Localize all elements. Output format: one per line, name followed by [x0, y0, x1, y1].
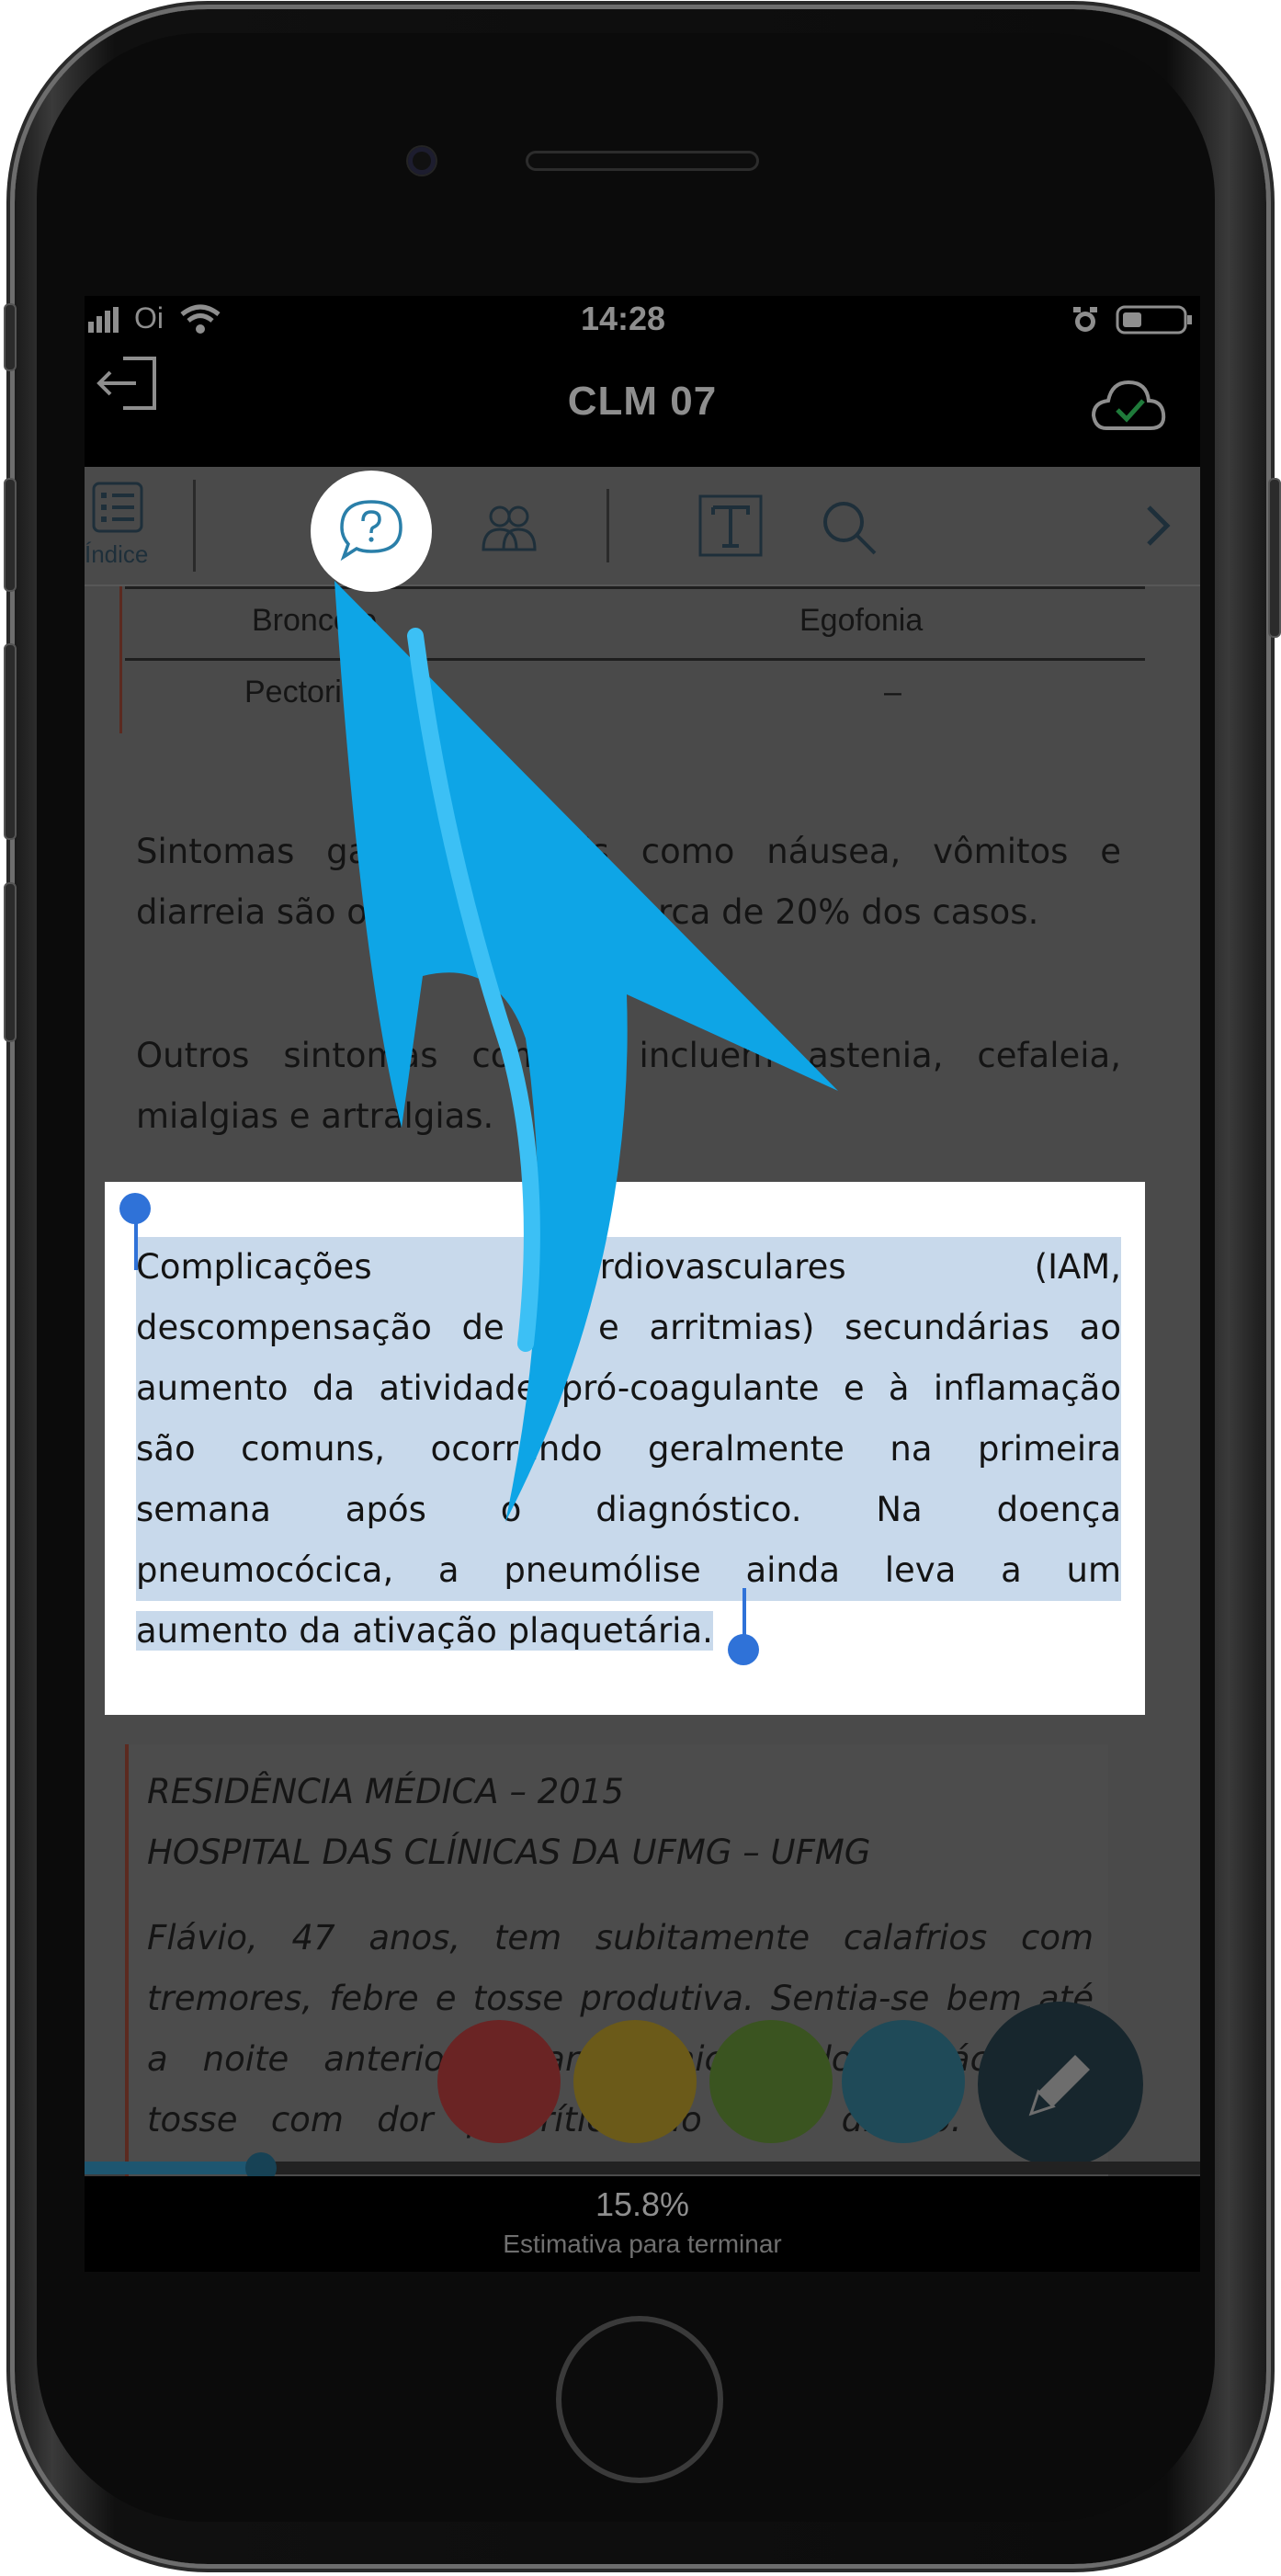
cloud-sync-icon[interactable]: [1090, 375, 1167, 434]
progress-percent: 15.8%: [595, 2185, 690, 2223]
home-button[interactable]: [556, 2316, 723, 2483]
earpiece-speaker: [526, 151, 759, 171]
highlight-yellow-button[interactable]: [573, 2020, 697, 2143]
alarm-icon: [1071, 305, 1099, 335]
index-button[interactable]: Índice: [85, 482, 167, 573]
question-line: tremores, febre e tosse produtiva. Senti…: [147, 1979, 1094, 2018]
highlight-blue-button[interactable]: [842, 2020, 965, 2143]
toolbar-divider: [193, 480, 196, 572]
index-label: Índice: [85, 540, 149, 568]
app-screen: Oi 14:28 CLM 07 Índice Broncofo Egofonia…: [85, 296, 1200, 2272]
progress-fill: [85, 2162, 261, 2174]
table-left-border: [119, 586, 122, 733]
question-line: Flávio, 47 anos, tem subitamente calafri…: [147, 1918, 1094, 1958]
battery-icon: [1116, 305, 1193, 335]
progress-caption: Estimativa para terminar: [503, 2230, 782, 2258]
selected-line: pneumocócica, a pneumólise ainda leva a …: [136, 1540, 1121, 1601]
chevron-right-icon[interactable]: [1139, 502, 1176, 550]
list-icon: [92, 482, 143, 533]
mute-switch: [4, 303, 17, 371]
pencil-icon: [1028, 2055, 1090, 2116]
table-cell: –: [884, 675, 901, 709]
selection-end-caret: [743, 1588, 746, 1640]
edit-note-button[interactable]: [978, 2002, 1143, 2167]
clock: 14:28: [581, 300, 666, 337]
volume-down-button: [4, 643, 17, 840]
question-box-border: [125, 1744, 129, 2185]
reader-toolbar: Índice: [85, 467, 1200, 586]
volume-up-button: [4, 478, 17, 592]
highlight-green-button[interactable]: [709, 2020, 833, 2143]
selection-start-caret: [134, 1219, 138, 1270]
selection-end-handle[interactable]: [728, 1634, 759, 1665]
wifi-icon: [180, 303, 221, 335]
question-source: HOSPITAL DAS CLÍNICAS DA UFMG – UFMG: [147, 1833, 871, 1872]
signal-icon: [88, 307, 125, 333]
app-header: CLM 07: [85, 342, 1200, 467]
highlight-red-button[interactable]: [437, 2020, 561, 2143]
status-bar: Oi 14:28: [85, 296, 1200, 342]
speech-question-icon: [340, 500, 402, 562]
progress-footer: 15.8% Estimativa para terminar: [85, 2176, 1200, 2272]
carrier-label: Oi: [134, 301, 164, 335]
selected-line: aumento da ativação plaquetária.: [136, 1611, 713, 1651]
toolbar-divider: [606, 489, 609, 562]
volume-down-button-2: [4, 882, 17, 1042]
front-camera: [408, 147, 436, 175]
group-icon[interactable]: [476, 502, 542, 553]
search-icon[interactable]: [820, 498, 879, 557]
pointer-arrow-icon: [334, 581, 838, 1522]
text-format-icon[interactable]: [698, 494, 763, 557]
chapter-title: CLM 07: [567, 379, 718, 424]
power-button: [1268, 478, 1281, 638]
question-source: RESIDÊNCIA MÉDICA – 2015: [147, 1772, 624, 1811]
